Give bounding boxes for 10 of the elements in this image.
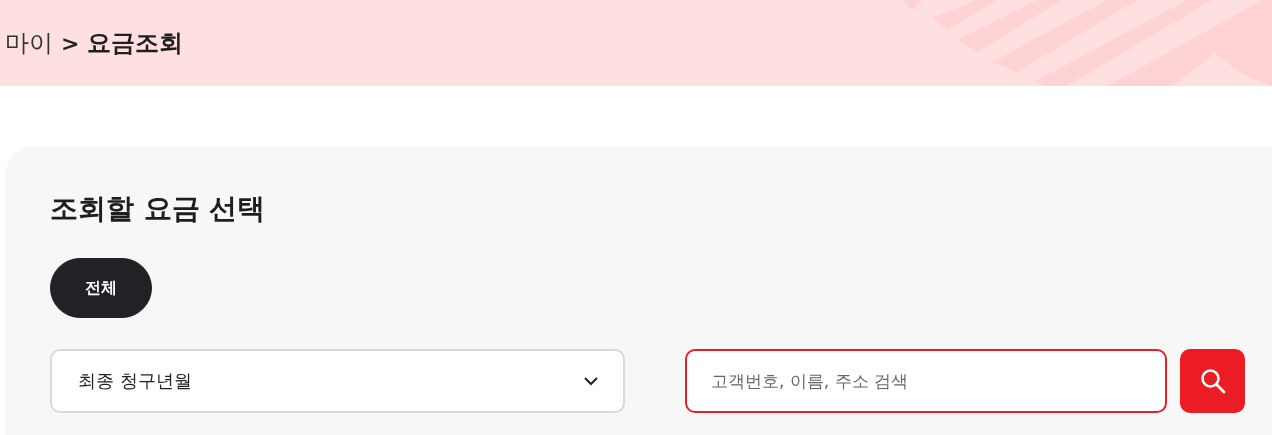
search-icon	[1199, 368, 1226, 394]
search-button[interactable]	[1180, 349, 1245, 413]
chevron-icon: >	[61, 30, 80, 56]
page-title: 요금조회	[87, 28, 184, 59]
section-title: 조회할 요금 선택	[50, 191, 267, 227]
breadcrumb-link[interactable]: 마이	[5, 27, 53, 59]
period-select[interactable]: 최종 청구년월	[50, 349, 625, 413]
search-field[interactable]: 고객번호, 이름, 주소 검색	[685, 349, 1167, 413]
filter-chip[interactable]: 전체	[50, 258, 152, 318]
chevron-down-icon	[583, 376, 599, 386]
